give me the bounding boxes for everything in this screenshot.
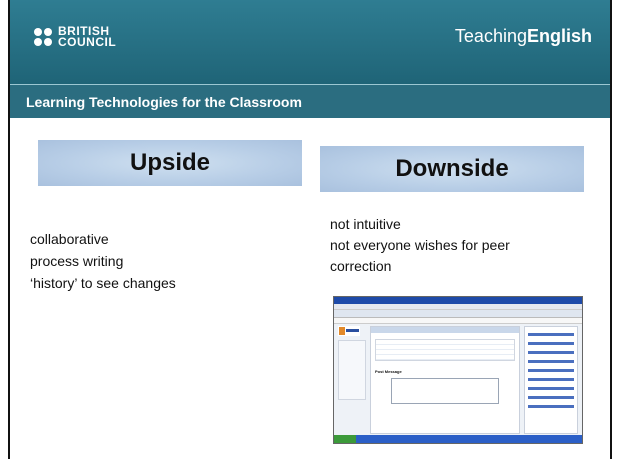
- slide-frame: [8, 0, 612, 459]
- slide: BRITISH COUNCIL TeachingEnglish Learning…: [0, 0, 620, 459]
